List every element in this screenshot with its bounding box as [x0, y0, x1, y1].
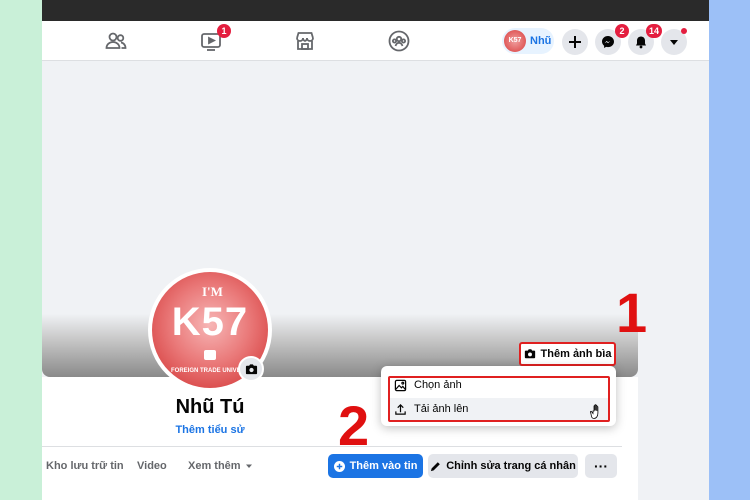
edit-profile-button[interactable]: Chỉnh sửa trang cá nhân	[428, 454, 578, 478]
add-cover-photo-label: Thêm ảnh bìa	[540, 348, 612, 360]
annotation-step-2: 2	[338, 394, 370, 457]
pencil-icon	[431, 461, 441, 471]
profile-chip[interactable]: K57 Nhũ	[502, 28, 554, 54]
watch-badge: 1	[217, 24, 231, 38]
add-bio-link[interactable]: Thêm tiểu sử	[42, 424, 378, 436]
right-background	[709, 0, 750, 500]
add-to-story-label: Thêm vào tin	[349, 460, 418, 472]
plus-icon	[569, 36, 581, 48]
facebook-navbar: 1 K57 Nhũ 2 14	[42, 21, 709, 61]
update-avatar-button[interactable]	[238, 356, 264, 382]
friends-icon[interactable]	[104, 29, 128, 53]
avatar-logo	[204, 350, 216, 360]
annotation-step-1: 1	[616, 281, 648, 344]
divider	[42, 446, 622, 447]
add-to-story-button[interactable]: Thêm vào tin	[328, 454, 423, 478]
annotation-highlight-box	[388, 376, 610, 422]
profile-chip-name: Nhũ	[530, 35, 552, 47]
messenger-icon	[602, 36, 614, 48]
more-options-label: ···	[594, 458, 608, 474]
tab-story-archive[interactable]: Kho lưu trữ tin	[46, 460, 124, 472]
watch-icon[interactable]: 1	[199, 24, 231, 53]
account-menu-button[interactable]	[661, 28, 687, 55]
messenger-button[interactable]: 2	[595, 24, 629, 55]
window-top-bar	[42, 0, 709, 21]
avatar: K57	[504, 30, 526, 52]
messenger-badge: 2	[615, 24, 629, 38]
left-background	[0, 0, 42, 500]
tab-video[interactable]: Video	[137, 460, 167, 472]
hand-cursor-icon	[590, 404, 599, 419]
cover-photo-area	[42, 61, 638, 377]
bell-icon	[636, 36, 646, 49]
plus-circle-icon	[333, 460, 345, 472]
camera-icon	[245, 363, 257, 374]
notifications-badge: 14	[645, 24, 662, 38]
camera-icon	[524, 349, 535, 359]
groups-icon[interactable]	[387, 29, 411, 53]
avatar-top-text: I'M	[202, 284, 223, 299]
profile-name: Nhũ Tú	[175, 396, 245, 418]
edit-profile-label: Chỉnh sửa trang cá nhân	[446, 460, 576, 472]
more-options-button[interactable]: ···	[585, 454, 617, 478]
caret-down-icon	[245, 464, 252, 468]
caret-down-icon	[670, 40, 678, 45]
account-dot	[681, 28, 687, 34]
browser-window: 1 K57 Nhũ 2 14 I'M K57 FOREIGN TRADE UNI…	[42, 0, 709, 500]
tab-more[interactable]: Xem thêm	[188, 460, 253, 472]
add-cover-photo-button[interactable]: Thêm ảnh bìa	[519, 342, 616, 366]
create-button[interactable]	[562, 29, 588, 55]
avatar-main-text: K57	[171, 300, 249, 344]
notifications-button[interactable]: 14	[628, 24, 662, 55]
tab-more-label: Xem thêm	[188, 460, 241, 472]
marketplace-icon[interactable]	[293, 29, 317, 53]
